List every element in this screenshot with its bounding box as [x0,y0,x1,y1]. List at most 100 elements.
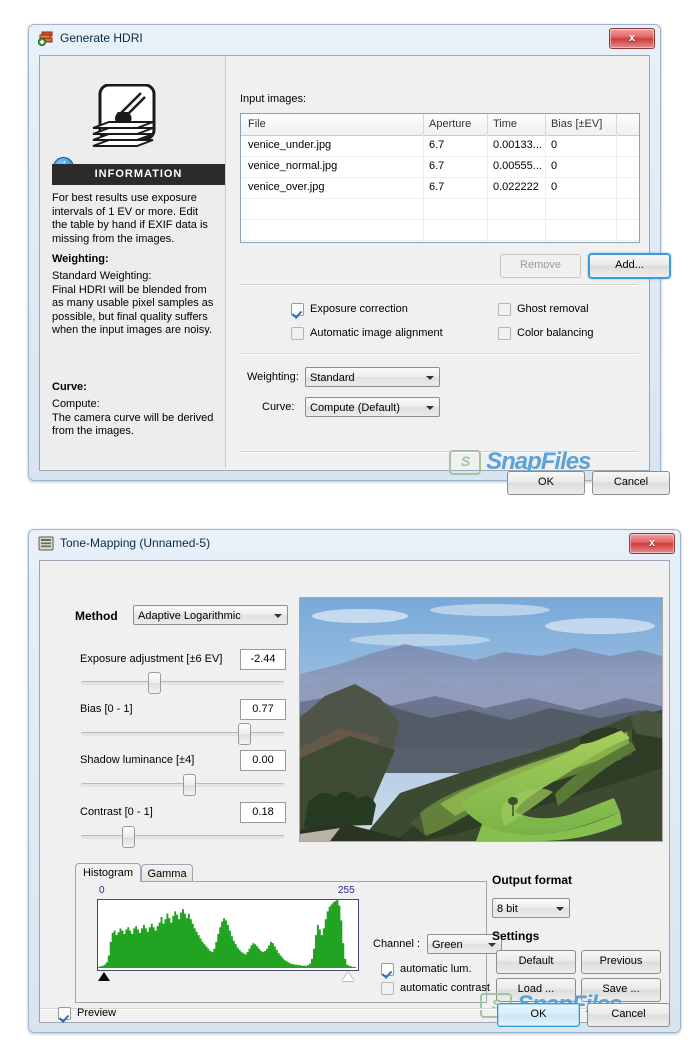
cell-aperture: 6.7 [429,139,445,151]
table-row-empty[interactable] [241,220,639,241]
checkbox-automatic-contrast[interactable] [381,982,394,995]
column-divider [487,135,488,242]
checkbox-automatic-image-alignment[interactable] [291,327,304,340]
divider [240,353,638,355]
slider-thumb-bias[interactable] [238,723,251,745]
generate-hdri-window: Generate HDRI x i INFORMATION [28,24,670,495]
layers-add-icon [37,31,54,47]
histogram-white-point-handle[interactable] [342,972,354,981]
col-time: Time [493,118,518,130]
tone-mapping-window: Tone-Mapping (Unnamed-5) x Method Adapti… [28,529,681,1033]
tab-histogram[interactable]: Histogram [75,863,141,882]
dialog2-client-area: Method Adaptive Logarithmic Exposure adj… [39,560,670,1027]
column-divider [616,114,617,135]
cell-time: 0.00133... [493,139,542,151]
ok-button[interactable]: OK [497,1003,580,1027]
title-bar-generate-hdri[interactable]: Generate HDRI x [29,25,660,52]
chevron-down-icon [274,614,282,618]
input-images-table[interactable]: File Aperture Time Bias [±EV] venice_und… [240,113,640,243]
chevron-down-icon [426,376,434,380]
checkbox-exposure-correction[interactable] [291,303,304,316]
weighting-select-value: Standard [310,372,355,384]
slider-track-exposure-adjustment[interactable] [81,681,284,685]
ok-button[interactable]: OK [507,471,585,495]
watermark-logo-icon: S [449,449,481,475]
slider-label-exposure-adjustment: Exposure adjustment [±6 EV] [80,653,223,665]
chevron-down-icon [556,907,564,911]
slider-value-shadow-luminance[interactable]: 0.00 [240,750,286,771]
curve-label: Curve: [262,401,295,413]
add-button[interactable]: Add... [589,254,670,278]
column-divider [423,114,424,135]
information-header-label: INFORMATION [94,168,183,180]
weighting-select[interactable]: Standard [305,367,440,387]
histogram-black-point-handle[interactable] [98,972,110,981]
curve-select[interactable]: Compute (Default) [305,397,440,417]
curve-select-value: Compute (Default) [310,402,400,414]
table-row[interactable]: venice_over.jpg 6.7 0.022222 0 [241,178,639,199]
table-row-empty[interactable] [241,199,639,220]
method-select[interactable]: Adaptive Logarithmic [133,605,288,625]
info-body-3: Compute: The camera curve will be derive… [52,398,214,437]
slider-value-exposure-adjustment[interactable]: -2.44 [240,649,286,670]
checkbox-color-balancing[interactable] [498,327,511,340]
checkbox-automatic-contrast-label: automatic contrast [400,982,490,994]
info-body-2: Standard Weighting: Final HDRI will be b… [52,270,214,336]
cell-aperture: 6.7 [429,160,445,172]
table-row[interactable]: venice_under.jpg 6.7 0.00133... 0 [241,136,639,157]
checkbox-automatic-lum[interactable] [381,963,394,976]
preview-image[interactable] [299,597,663,842]
chevron-down-icon [426,406,434,410]
weighting-label: Weighting: [247,371,299,383]
channel-select[interactable]: Green [427,934,502,954]
output-format-heading: Output format [492,873,572,887]
col-aperture: Aperture [429,118,472,130]
slider-label-contrast: Contrast [0 - 1] [80,806,153,818]
input-images-label: Input images: [240,93,307,105]
method-select-value: Adaptive Logarithmic [138,610,241,622]
cell-file: venice_under.jpg [248,139,332,151]
tab-gamma[interactable]: Gamma [141,864,193,882]
channel-label: Channel : [373,938,421,950]
cell-file: venice_over.jpg [248,181,325,193]
remove-button[interactable]: Remove [500,254,581,278]
title-bar-tone-mapping[interactable]: Tone-Mapping (Unnamed-5) x [29,530,680,557]
cancel-button[interactable]: Cancel [587,1003,670,1027]
cell-bias: 0 [551,139,558,151]
slider-label-shadow-luminance: Shadow luminance [±4] [80,754,195,766]
divider [240,284,638,286]
checkbox-ghost-removal[interactable] [498,303,511,316]
settings-default-button[interactable]: Default [496,950,576,974]
close-icon[interactable]: x [609,28,655,49]
checkbox-color-balancing-label: Color balancing [517,327,594,339]
cell-bias: 0 [551,181,558,193]
histogram-plot[interactable] [97,899,359,971]
slider-thumb-shadow-luminance[interactable] [183,774,196,796]
slider-label-bias: Bias [0 - 1] [80,703,133,715]
dialog1-client-area: i INFORMATION For best results use expos… [39,55,670,495]
method-label: Method [75,609,118,623]
settings-previous-button[interactable]: Previous [581,950,661,974]
slider-value-contrast[interactable]: 0.18 [240,802,286,823]
slider-thumb-contrast[interactable] [122,826,135,848]
cell-aperture: 6.7 [429,181,445,193]
checkbox-preview-label: Preview [77,1007,117,1019]
info-body-1: For best results use exposure intervals … [52,192,208,245]
cancel-button[interactable]: Cancel [592,471,670,495]
slider-track-bias[interactable] [81,732,284,736]
close-icon[interactable]: x [629,533,675,554]
information-header: INFORMATION [52,164,225,185]
output-format-select-value: 8 bit [497,903,518,915]
checkbox-preview[interactable] [58,1007,71,1020]
checkbox-exposure-correction-label: Exposure correction [310,303,408,315]
histogram-max-label: 255 [338,885,355,896]
slider-track-contrast[interactable] [81,835,284,839]
cell-time: 0.022222 [493,181,539,193]
output-format-select[interactable]: 8 bit [492,898,570,918]
slider-thumb-exposure-adjustment[interactable] [148,672,161,694]
table-row[interactable]: venice_normal.jpg 6.7 0.00555... 0 [241,157,639,178]
chevron-down-icon [488,943,496,947]
checkbox-ghost-removal-label: Ghost removal [517,303,589,315]
cell-bias: 0 [551,160,558,172]
slider-value-bias[interactable]: 0.77 [240,699,286,720]
